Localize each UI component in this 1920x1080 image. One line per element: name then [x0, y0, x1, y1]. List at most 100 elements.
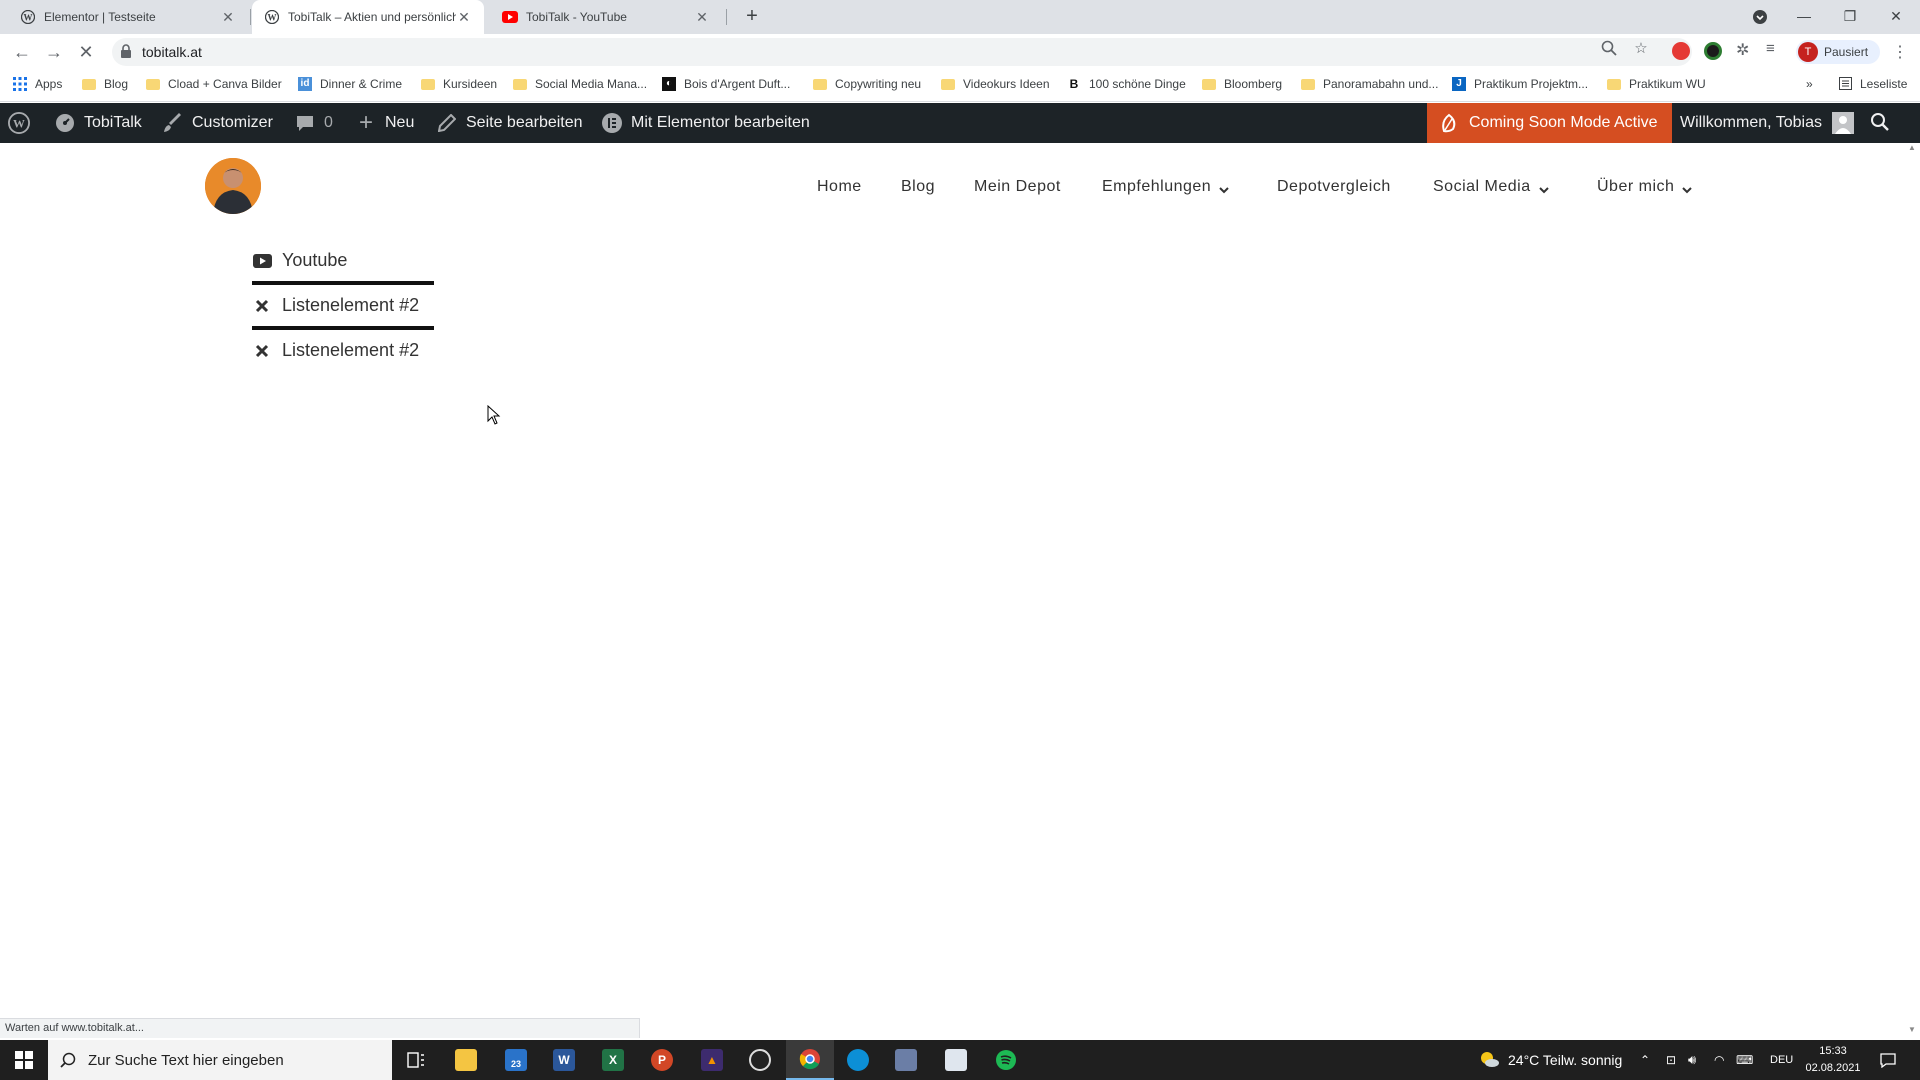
reading-list-button[interactable]: Leseliste — [1838, 77, 1907, 91]
times-icon — [252, 296, 272, 316]
bookmark-praktikum-projekt[interactable]: J Praktikum Projektm... — [1452, 77, 1588, 91]
powerpoint-icon[interactable]: P — [638, 1040, 686, 1080]
keyboard-icon[interactable]: ⌨ — [1736, 1040, 1753, 1080]
list-item[interactable]: Youtube — [252, 240, 434, 281]
adblock-icon[interactable] — [1672, 42, 1690, 60]
weather-widget[interactable]: 24°C Teilw. sonnig — [1478, 1040, 1622, 1080]
wordpress-icon: W — [264, 9, 280, 25]
clock-date: 02.08.2021 — [1805, 1062, 1861, 1074]
task-view-icon[interactable] — [392, 1040, 440, 1080]
minimize-button[interactable]: — — [1784, 0, 1824, 34]
search-icon[interactable] — [1870, 112, 1892, 134]
nav-empfehlungen[interactable]: Empfehlungen — [1102, 172, 1229, 202]
zoom-icon[interactable] — [1600, 40, 1618, 58]
taskbar-search-input[interactable]: Zur Suche Text hier eingeben — [48, 1040, 392, 1080]
folder-icon — [146, 78, 160, 90]
grammarly-icon[interactable] — [1704, 42, 1722, 60]
nav-blog[interactable]: Blog — [901, 172, 935, 202]
usb-icon[interactable]: ⊡ — [1666, 1040, 1676, 1080]
tab-search-icon[interactable] — [1740, 0, 1780, 34]
bookmark-100-dinge[interactable]: B 100 schöne Dinge — [1067, 77, 1186, 91]
file-explorer-icon[interactable] — [442, 1040, 490, 1080]
chrome-icon[interactable] — [786, 1040, 834, 1080]
bookmark-social-media[interactable]: Social Media Mana... — [513, 77, 647, 91]
wordpress-logo-button[interactable]: W — [8, 103, 38, 143]
bookmark-dinner-crime[interactable]: id Dinner & Crime — [298, 77, 402, 91]
reading-queue-icon[interactable]: ≡ — [1766, 40, 1784, 58]
close-icon[interactable]: ✕ — [694, 9, 710, 26]
wifi-icon[interactable]: ◠ — [1714, 1040, 1724, 1080]
nav-home[interactable]: Home — [817, 172, 862, 202]
close-window-button[interactable]: ✕ — [1876, 0, 1916, 34]
times-icon — [252, 341, 272, 361]
comments-link[interactable]: 0 — [294, 103, 333, 143]
nav-ueber-mich[interactable]: Über mich — [1597, 172, 1693, 202]
scroll-up-arrow-icon[interactable]: ▲ — [1906, 143, 1918, 153]
volume-icon[interactable]: 🔊︎ — [1688, 1040, 1696, 1080]
bookmarks-bar: Apps Blog Cload + Canva Bilder id Dinner … — [0, 70, 1920, 102]
bookmark-bois-dargent[interactable]: ◐ Bois d'Argent Duft... — [662, 77, 790, 91]
spotify-icon[interactable] — [982, 1040, 1030, 1080]
more-bookmarks-icon[interactable]: » — [1806, 77, 1813, 91]
chevron-down-icon — [1219, 182, 1229, 194]
folder-icon — [941, 78, 955, 90]
language-indicator[interactable]: DEU — [1770, 1040, 1793, 1080]
restore-button[interactable]: ❐ — [1830, 0, 1870, 34]
windows-start-button[interactable] — [0, 1040, 48, 1080]
bookmark-star-icon[interactable]: ☆ — [1632, 40, 1650, 58]
tray-overflow-icon[interactable]: ⌃ — [1640, 1040, 1650, 1080]
word-icon[interactable]: W — [540, 1040, 588, 1080]
close-icon[interactable]: ✕ — [456, 9, 472, 26]
bookmark-copywriting[interactable]: Copywriting neu — [813, 77, 921, 91]
my-account-link[interactable]: Willkommen, Tobias — [1680, 103, 1854, 143]
folder-icon — [421, 78, 435, 90]
bookmark-panoramabahn[interactable]: Panoramabahn und... — [1301, 77, 1438, 91]
taskbar-clock[interactable]: 15:33 02.08.2021 — [1800, 1043, 1866, 1077]
bookmark-apps[interactable]: Apps — [13, 77, 62, 91]
scroll-down-arrow-icon[interactable]: ▼ — [1906, 1025, 1918, 1035]
address-bar[interactable]: tobitalk.at — [112, 38, 1692, 66]
stop-loading-icon[interactable]: ✕ — [74, 40, 98, 64]
search-placeholder: Zur Suche Text hier eingeben — [88, 1051, 284, 1069]
back-icon[interactable]: ← — [10, 40, 34, 64]
vlc-icon[interactable]: ▲ — [688, 1040, 736, 1080]
obs-icon[interactable] — [736, 1040, 784, 1080]
nav-social-media[interactable]: Social Media — [1433, 172, 1549, 202]
youtube-icon — [502, 9, 518, 25]
app-icon[interactable] — [882, 1040, 930, 1080]
kebab-menu-icon[interactable]: ⋮ — [1892, 42, 1910, 61]
extensions-puzzle-icon[interactable]: ✲ — [1736, 40, 1754, 59]
new-content-link[interactable]: + Neu — [355, 103, 414, 143]
tab-youtube[interactable]: TobiTalk - YouTube ✕ — [490, 0, 722, 34]
mail-icon[interactable]: 23 — [492, 1040, 540, 1080]
bookmark-cload-canva[interactable]: Cload + Canva Bilder — [146, 77, 282, 91]
coming-soon-badge[interactable]: Coming Soon Mode Active — [1427, 103, 1672, 143]
bookmark-videokurs[interactable]: Videokurs Ideen — [941, 77, 1050, 91]
edge-icon[interactable] — [834, 1040, 882, 1080]
notepad-icon[interactable] — [932, 1040, 980, 1080]
list-item[interactable]: Listenelement #2 — [252, 285, 434, 326]
bookmark-bloomberg[interactable]: Bloomberg — [1202, 77, 1282, 91]
elementor-edit-link[interactable]: Mit Elementor bearbeiten — [601, 103, 810, 143]
site-name-link[interactable]: TobiTalk — [54, 103, 142, 143]
edit-page-link[interactable]: Seite bearbeiten — [436, 103, 583, 143]
profile-button[interactable]: T Pausiert — [1796, 40, 1880, 64]
bookmark-label: Praktikum Projektm... — [1474, 77, 1589, 91]
nav-depotvergleich[interactable]: Depotvergleich — [1277, 172, 1391, 202]
new-tab-button[interactable]: + — [740, 5, 764, 29]
list-item[interactable]: Listenelement #2 — [252, 330, 434, 371]
bookmark-praktikum-wu[interactable]: Praktikum WU — [1607, 77, 1706, 91]
avatar: T — [1798, 42, 1818, 62]
excel-icon[interactable]: X — [589, 1040, 637, 1080]
notifications-icon[interactable] — [1880, 1040, 1896, 1080]
forward-icon[interactable]: → — [42, 40, 66, 64]
site-logo[interactable] — [205, 158, 261, 214]
bookmark-blog[interactable]: Blog — [82, 77, 128, 91]
bookmark-kursideen[interactable]: Kursideen — [421, 77, 497, 91]
tab-tobitalk[interactable]: W TobiTalk – Aktien und persönliche ✕ — [252, 0, 484, 34]
customizer-link[interactable]: Customizer — [162, 103, 273, 143]
tab-elementor[interactable]: W Elementor | Testseite ✕ — [8, 0, 248, 34]
close-icon[interactable]: ✕ — [220, 9, 236, 26]
folder-icon — [813, 78, 827, 90]
nav-mein-depot[interactable]: Mein Depot — [974, 172, 1061, 202]
